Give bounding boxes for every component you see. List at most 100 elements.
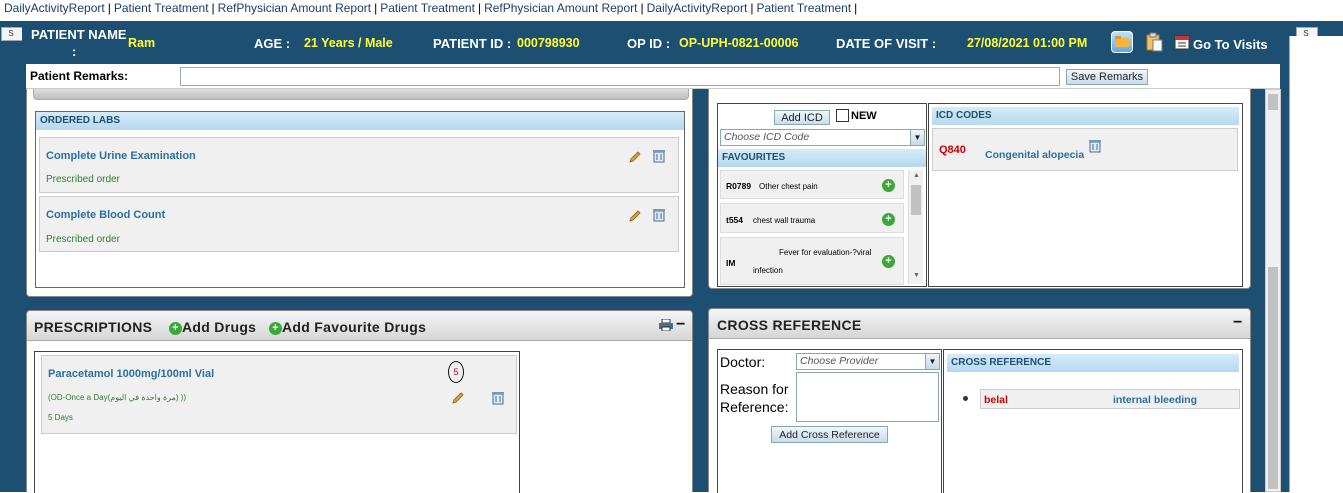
main-scrollbar[interactable] xyxy=(1265,89,1281,492)
left-side-tab[interactable]: S xyxy=(1,27,23,41)
right-sidebar xyxy=(1289,36,1343,492)
scroll-down-icon[interactable]: ▼ xyxy=(913,272,920,279)
favourites-scrollbar[interactable]: ▲ ▼ xyxy=(908,170,923,284)
collapse-minus-icon[interactable]: − xyxy=(1233,315,1243,331)
nav-link-refphysician-amount-report[interactable]: RefPhysician Amount Report xyxy=(484,1,637,15)
go-to-visits-link[interactable]: Go To Visits xyxy=(1193,37,1268,52)
favourite-icd-desc: Other chest pain xyxy=(759,182,818,191)
nav-link-patient-treatment[interactable]: Patient Treatment xyxy=(380,1,475,15)
lab-item-name[interactable]: Complete Blood Count xyxy=(46,209,165,221)
nav-link-patient-treatment[interactable]: Patient Treatment xyxy=(114,1,209,15)
quantity-badge: 5 xyxy=(448,361,464,383)
cross-reference-form: Doctor: Choose Provider ▼ Reason for Ref… xyxy=(717,349,942,493)
scrollbar-thumb[interactable] xyxy=(911,185,921,215)
prescriptions-title: PRESCRIPTIONS xyxy=(34,319,153,335)
favourite-icd-desc: infection xyxy=(753,266,783,275)
add-icon: + xyxy=(269,322,282,335)
provider-select[interactable]: Choose Provider ▼ xyxy=(796,353,940,370)
favourite-icd-desc: Fever for evaluation-?viral xyxy=(779,248,872,257)
prescription-item[interactable]: Paracetamol 1000mg/100ml Vial 5 (OD-Once… xyxy=(41,355,517,434)
patient-name-colon: : xyxy=(72,44,77,59)
add-drugs-link[interactable]: + Add Drugs xyxy=(169,319,256,335)
labs-panel-header-strip xyxy=(33,89,689,100)
patient-remarks-bar: Patient Remarks: Save Remarks xyxy=(26,64,1280,89)
edit-pencil-icon[interactable] xyxy=(451,391,465,405)
scrollbar-thumb[interactable] xyxy=(1268,94,1278,110)
favourite-icd-item[interactable]: t554 chest wall trauma + xyxy=(720,203,904,233)
prescription-duration: 5 Days xyxy=(48,413,73,422)
patient-id-value: 000798930 xyxy=(517,36,580,50)
favourite-icd-code: IM xyxy=(726,258,736,268)
list-bullet xyxy=(963,396,968,401)
lab-item-status: Prescribed order xyxy=(46,174,120,185)
op-id-label: OP ID : xyxy=(627,36,671,51)
patient-remarks-input[interactable] xyxy=(180,67,1060,86)
add-icd-button[interactable]: Add ICD xyxy=(774,110,830,125)
add-icon: + xyxy=(169,322,182,335)
add-favourite-drugs-label: Add Favourite Drugs xyxy=(282,319,427,335)
add-favourite-icon[interactable]: + xyxy=(882,213,895,226)
chevron-down-icon[interactable]: ▼ xyxy=(925,354,939,369)
nav-separator: | xyxy=(640,1,644,15)
prescription-drug-name[interactable]: Paracetamol 1000mg/100ml Vial xyxy=(48,368,214,380)
add-favourite-drugs-link[interactable]: + Add Favourite Drugs xyxy=(269,319,426,335)
collapse-minus-icon[interactable]: − xyxy=(676,317,686,333)
age-value: 21 Years / Male xyxy=(304,36,393,50)
nav-link-patient-treatment[interactable]: Patient Treatment xyxy=(756,1,851,15)
add-favourite-icon[interactable]: + xyxy=(882,255,895,268)
reason-textarea[interactable] xyxy=(796,372,939,422)
icd-code-item[interactable]: Q840 Congenital alopecia xyxy=(932,128,1238,171)
cross-reference-list-header: CROSS REFERENCE xyxy=(947,354,1239,372)
visit-date-label: DATE OF VISIT : xyxy=(836,36,937,51)
delete-trash-icon[interactable] xyxy=(652,149,666,163)
nav-separator: | xyxy=(750,1,754,15)
doctor-label: Doctor: xyxy=(720,354,766,370)
chevron-down-icon[interactable]: ▼ xyxy=(910,130,924,145)
prescription-dosage: (OD-Once a Day(مرة واحدة في اليوم) )) xyxy=(48,393,187,402)
icd-code-value: Q840 xyxy=(939,144,966,156)
icd-panel: Add ICD NEW Choose ICD Code ▼ FAVOURITES… xyxy=(708,89,1251,289)
cross-reference-entry[interactable]: belal internal bleeding xyxy=(980,389,1240,409)
favourite-icd-item[interactable]: R0789 Other chest pain + xyxy=(720,170,904,199)
save-remarks-button[interactable]: Save Remarks xyxy=(1066,69,1148,85)
folder-icon[interactable] xyxy=(1111,31,1133,53)
reason-label: Reason for xyxy=(720,381,789,397)
icd-code-select-placeholder: Choose ICD Code xyxy=(724,131,810,143)
nav-separator: | xyxy=(211,1,215,15)
nav-separator: | xyxy=(374,1,378,15)
new-checkbox[interactable] xyxy=(836,109,849,122)
nav-link-daily-activity-report[interactable]: DailyActivityReport xyxy=(647,1,748,15)
edit-pencil-icon[interactable] xyxy=(628,150,642,164)
lab-item[interactable]: Complete Urine Examination Prescribed or… xyxy=(39,137,679,193)
clipboard-icon[interactable] xyxy=(1143,31,1165,53)
icd-entry-box: Add ICD NEW Choose ICD Code ▼ FAVOURITES… xyxy=(717,103,927,287)
lab-item-status: Prescribed order xyxy=(46,234,120,245)
print-icon[interactable] xyxy=(659,319,673,331)
icd-codes-header: ICD CODES xyxy=(932,107,1239,125)
add-drugs-label: Add Drugs xyxy=(182,319,257,335)
op-id-value: OP-UPH-0821-00006 xyxy=(679,36,799,50)
prescription-list-box: Paracetamol 1000mg/100ml Vial 5 (OD-Once… xyxy=(34,351,520,493)
scroll-up-icon[interactable]: ▲ xyxy=(913,172,920,179)
icd-code-select[interactable]: Choose ICD Code ▼ xyxy=(720,129,925,146)
nav-link-refphysician-amount-report[interactable]: RefPhysician Amount Report xyxy=(218,1,371,15)
delete-trash-icon[interactable] xyxy=(1088,139,1102,153)
nav-link-daily-activity-report[interactable]: DailyActivityReport xyxy=(4,1,105,15)
lab-item-name[interactable]: Complete Urine Examination xyxy=(46,150,196,162)
delete-trash-icon[interactable] xyxy=(652,208,666,222)
age-label: AGE : xyxy=(254,36,291,51)
favourite-icd-item[interactable]: IM Fever for evaluation-?viral infection… xyxy=(720,237,904,285)
visit-date-value: 27/08/2021 01:00 PM xyxy=(967,36,1088,50)
ordered-labs-box: ORDERED LABS Complete Urine Examination … xyxy=(35,111,685,288)
scrollbar-thumb[interactable] xyxy=(1268,267,1278,489)
lab-item[interactable]: Complete Blood Count Prescribed order xyxy=(39,196,679,252)
add-cross-reference-button[interactable]: Add Cross Reference xyxy=(771,426,888,443)
calendar-icon[interactable] xyxy=(1174,34,1190,50)
cross-reference-doctor: belal xyxy=(984,394,1008,406)
provider-select-placeholder: Choose Provider xyxy=(800,355,879,367)
delete-trash-icon[interactable] xyxy=(491,391,505,405)
edit-pencil-icon[interactable] xyxy=(628,209,642,223)
new-checkbox-label: NEW xyxy=(851,110,877,122)
add-favourite-icon[interactable]: + xyxy=(882,179,895,192)
favourite-icd-code: R0789 xyxy=(726,181,752,191)
